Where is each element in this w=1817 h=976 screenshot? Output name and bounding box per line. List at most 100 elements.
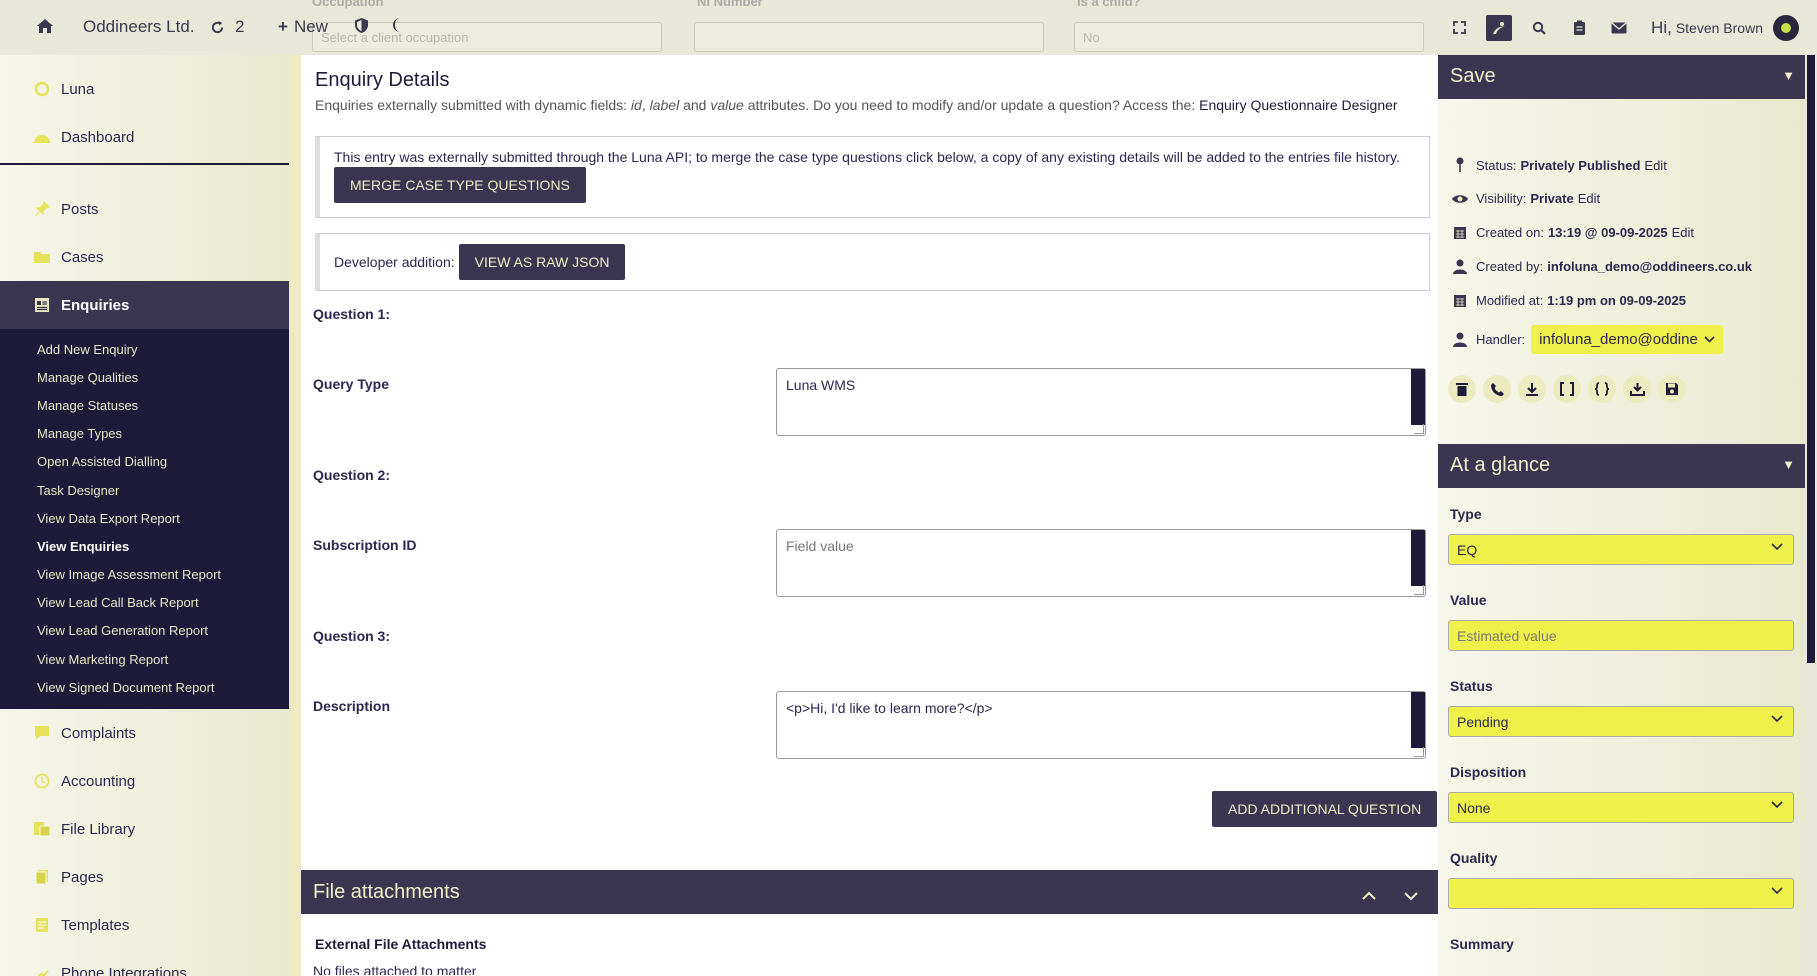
search-icon[interactable] <box>1519 0 1559 55</box>
sidebar-item-phone-integrations[interactable]: Phone Integrations <box>0 949 290 976</box>
attachments-title: File attachments <box>313 881 460 903</box>
query-type-label: Query Type <box>313 376 389 392</box>
subscription-id-field[interactable]: Field value <box>776 529 1426 597</box>
value-label: Value <box>1450 592 1487 608</box>
clipboard-icon[interactable] <box>1559 0 1599 55</box>
submenu-item[interactable]: Open Assisted Dialling <box>0 448 290 476</box>
refresh-icon <box>210 17 225 37</box>
submenu-item[interactable]: View Lead Call Back Report <box>0 589 290 617</box>
submenu-item-current[interactable]: View Enquiries <box>0 532 290 560</box>
ni-number-label: NI Number <box>697 0 763 9</box>
handler-select[interactable]: infoluna_demo@oddine <box>1531 325 1723 354</box>
dark-mode-icon[interactable] <box>393 17 408 33</box>
questionnaire-designer-link[interactable]: Enquiry Questionnaire Designer <box>1199 97 1397 113</box>
visibility-row: Visibility: Private Edit <box>1450 191 1600 206</box>
handler-row: Handler: infoluna_demo@oddine <box>1450 325 1723 354</box>
sidebar-item-luna[interactable]: Luna <box>0 65 290 113</box>
submenu-item[interactable]: Add New Enquiry <box>0 335 290 363</box>
value-input[interactable]: Estimated value <box>1448 620 1794 651</box>
enquiries-submenu: Add New Enquiry Manage Qualities Manage … <box>0 329 290 710</box>
submenu-item[interactable]: View Lead Generation Report <box>0 617 290 645</box>
sync-button[interactable]: 2 <box>210 17 244 37</box>
plus-icon: + <box>278 17 288 36</box>
top-bar-right: Hi, Steven Brown <box>1439 0 1817 55</box>
main-content: Enquiry Details Enquiries externally sub… <box>301 55 1438 976</box>
collapse-caret-icon[interactable]: ▼ <box>1782 68 1795 83</box>
external-attachments-heading: External File Attachments <box>315 936 487 952</box>
save-panel-header[interactable]: Save ▼ <box>1438 55 1805 99</box>
submenu-item[interactable]: View Data Export Report <box>0 504 290 532</box>
summary-label: Summary <box>1450 936 1514 952</box>
status-label: Status <box>1450 678 1493 694</box>
edit-visibility-link[interactable]: Edit <box>1578 191 1600 206</box>
sidebar-item-complaints[interactable]: Complaints <box>0 709 290 757</box>
sidebar-item-accounting[interactable]: Accounting <box>0 757 290 805</box>
complaint-icon <box>33 724 51 742</box>
merge-questions-button[interactable]: Merge case type questions <box>334 167 586 203</box>
shield-icon[interactable] <box>354 17 369 34</box>
clock-icon <box>33 772 51 790</box>
quality-select[interactable] <box>1448 878 1794 909</box>
templates-icon <box>33 916 51 934</box>
sidebar-item-label: Posts <box>61 200 99 218</box>
sidebar-item-enquiries[interactable]: Enquiries <box>0 281 290 329</box>
home-icon[interactable] <box>36 18 54 34</box>
created-by-row: Created by: infoluna_demo@oddineers.co.uk <box>1450 259 1756 274</box>
file-attachments-header[interactable]: File attachments <box>301 870 1438 914</box>
curly-braces-icon[interactable] <box>1588 375 1616 403</box>
quality-label: Quality <box>1450 850 1498 866</box>
user-menu[interactable]: Hi, Steven Brown <box>1651 14 1817 41</box>
query-type-field[interactable]: Luna WMS <box>776 368 1426 436</box>
submenu-item[interactable]: Manage Types <box>0 420 290 448</box>
disposition-select[interactable]: None <box>1448 792 1794 823</box>
download-icon[interactable] <box>1518 375 1546 403</box>
sidebar-item-label: Luna <box>61 80 95 98</box>
is-child-select[interactable]: No <box>1074 22 1424 52</box>
sidebar-item-file-library[interactable]: File Library <box>0 805 290 853</box>
chevron-up-icon[interactable] <box>1362 884 1376 907</box>
ni-number-input[interactable] <box>694 22 1044 52</box>
sidebar-item-pages[interactable]: Pages <box>0 853 290 901</box>
view-raw-json-button[interactable]: View as raw JSON <box>458 244 626 280</box>
company-name[interactable]: Oddineers Ltd. <box>83 17 195 37</box>
submenu-item[interactable]: Manage Statuses <box>0 391 290 419</box>
add-question-button[interactable]: Add additional question <box>1212 791 1438 827</box>
submenu-item[interactable]: View Marketing Report <box>0 645 290 673</box>
mail-icon[interactable] <box>1599 0 1639 55</box>
description-label: Description <box>313 698 391 714</box>
at-a-glance-header[interactable]: At a glance ▼ <box>1438 444 1805 488</box>
submenu-item[interactable]: Manage Qualities <box>0 363 290 391</box>
submenu-item[interactable]: View Signed Document Report <box>0 673 290 701</box>
dashboard-icon <box>33 128 51 146</box>
sidebar-item-label: Complaints <box>61 724 137 742</box>
description-field[interactable]: <p>Hi, I'd like to learn more?</p> <box>776 691 1426 759</box>
type-select[interactable]: EQ <box>1448 534 1794 565</box>
sidebar-item-templates[interactable]: Templates <box>0 901 290 949</box>
sync-count: 2 <box>235 17 245 36</box>
luna-logo-icon[interactable] <box>1486 14 1513 41</box>
import-icon[interactable] <box>1623 375 1651 403</box>
submenu-item[interactable]: View Image Assessment Report <box>0 561 290 589</box>
sidebar-item-cases[interactable]: Cases <box>0 233 290 281</box>
edit-status-link[interactable]: Edit <box>1644 158 1666 173</box>
right-panel-scrollbar[interactable] <box>1805 55 1817 976</box>
chevron-down-icon[interactable] <box>1404 884 1418 907</box>
calendar-icon <box>1450 225 1470 240</box>
pin-icon <box>33 200 51 218</box>
sidebar-item-dashboard[interactable]: Dashboard <box>0 113 290 161</box>
sidebar-item-label: Pages <box>61 868 104 886</box>
submenu-item[interactable]: Task Designer <box>0 476 290 504</box>
phone-icon[interactable] <box>1483 375 1511 403</box>
status-select[interactable]: Pending <box>1448 706 1794 737</box>
sidebar-item-posts[interactable]: Posts <box>0 185 290 233</box>
new-button[interactable]: + New <box>278 17 328 37</box>
collapse-caret-icon[interactable]: ▼ <box>1782 457 1795 472</box>
eye-icon <box>1450 193 1470 205</box>
edit-created-link[interactable]: Edit <box>1672 225 1694 240</box>
modified-row: Modified at: 1:19 pm on 09-09-2025 <box>1450 293 1690 308</box>
question-heading: Question 2: <box>313 467 391 483</box>
fullscreen-icon[interactable] <box>1439 0 1479 55</box>
brackets-icon[interactable] <box>1553 375 1581 403</box>
save-icon[interactable] <box>1658 375 1686 403</box>
trash-icon[interactable] <box>1448 375 1476 403</box>
